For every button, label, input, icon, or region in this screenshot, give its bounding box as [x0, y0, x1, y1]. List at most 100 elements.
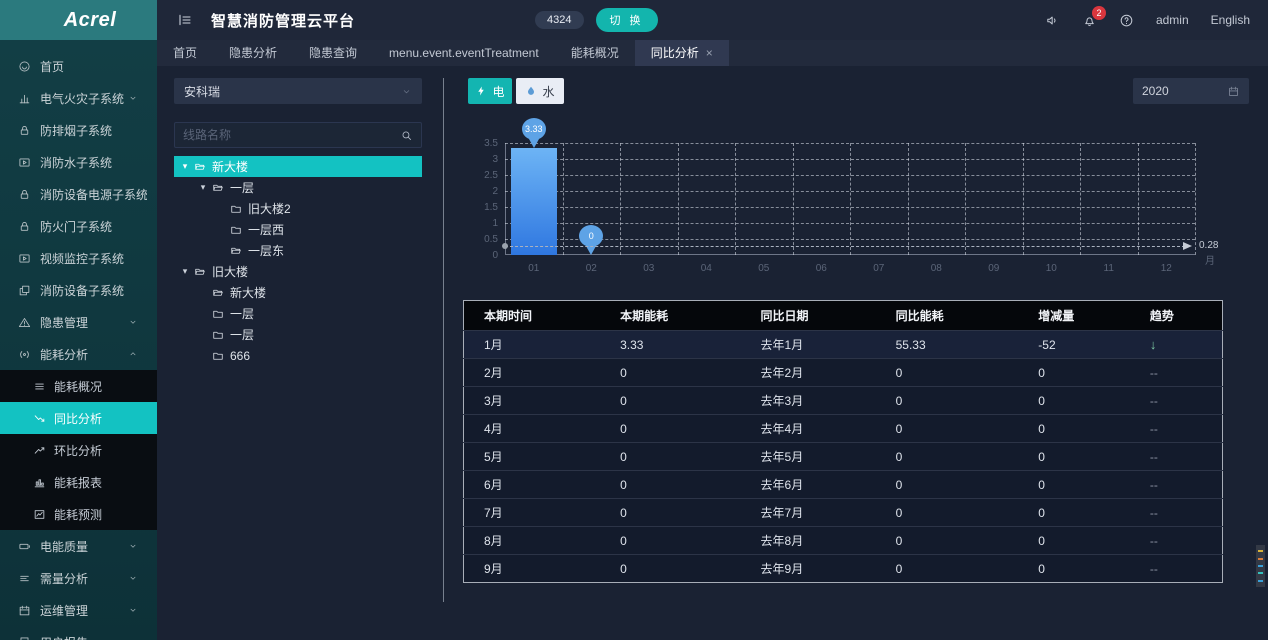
notifications[interactable]: 2: [1082, 13, 1097, 28]
sidebar-item[interactable]: 能耗分析: [0, 338, 157, 370]
tab[interactable]: 能耗概况: [555, 40, 635, 66]
tree-node[interactable]: 一层西: [174, 219, 422, 240]
speaker-icon[interactable]: [1045, 13, 1060, 28]
table-row[interactable]: 3月0去年3月00--: [464, 387, 1223, 415]
electric-button-label: 电: [492, 83, 504, 100]
table-cell: 6月: [464, 471, 601, 499]
table-row[interactable]: 1月3.33去年1月55.33-52↓: [464, 331, 1223, 359]
droplet-icon: [525, 85, 537, 97]
table-cell: 0: [876, 555, 1019, 583]
tree-node-label: 一层东: [248, 242, 284, 259]
video-icon: [18, 252, 31, 265]
sidebar-item[interactable]: 需量分析: [0, 562, 157, 594]
table-cell: 0: [876, 387, 1019, 415]
tree-node[interactable]: 一层: [174, 303, 422, 324]
tree-node[interactable]: 新大楼: [174, 282, 422, 303]
main-content: 安科瑞 ▾新大楼▾一层旧大楼2一层西一层东▾旧大楼新大楼一层一层666 电 水 …: [157, 66, 1268, 640]
table-cell: 3.33: [600, 331, 740, 359]
sidebar-item[interactable]: 消防设备子系统: [0, 274, 157, 306]
table-cell: 4月: [464, 415, 601, 443]
tree-node-label: 旧大楼: [212, 263, 248, 280]
tab[interactable]: 同比分析×: [635, 40, 729, 66]
table-cell: 0: [1018, 359, 1130, 387]
trend-cell: --: [1130, 555, 1223, 583]
bolt-icon: [475, 85, 487, 97]
tree-node[interactable]: 一层东: [174, 240, 422, 261]
username[interactable]: admin: [1156, 13, 1189, 27]
tree-node[interactable]: ▾ 旧大楼: [174, 261, 422, 282]
gridline: [793, 143, 794, 255]
caret-icon[interactable]: ▾: [178, 161, 192, 172]
tree-node[interactable]: 旧大楼2: [174, 198, 422, 219]
chevron-down-icon: [128, 605, 138, 615]
tab[interactable]: menu.event.eventTreatment: [373, 40, 555, 66]
table-row[interactable]: 4月0去年4月00--: [464, 415, 1223, 443]
scroll-marks: [1256, 545, 1265, 587]
folder-icon: [230, 224, 242, 236]
table-row[interactable]: 8月0去年8月00--: [464, 527, 1223, 555]
sidebar-item[interactable]: 用户报告: [0, 626, 157, 640]
search-icon[interactable]: [400, 129, 413, 142]
tree-node[interactable]: ▾一层: [174, 177, 422, 198]
close-icon[interactable]: ×: [706, 47, 713, 59]
sidebar-item-label: 隐患管理: [40, 314, 128, 331]
sidebar-item[interactable]: 消防设备电源子系统: [0, 178, 157, 210]
table-cell: 0: [876, 527, 1019, 555]
table-row[interactable]: 2月0去年2月00--: [464, 359, 1223, 387]
lock-icon: [18, 220, 31, 233]
line-search: [174, 122, 422, 148]
table-cell: 0: [600, 555, 740, 583]
tree-node[interactable]: 一层: [174, 324, 422, 345]
tab[interactable]: 隐患查询: [293, 40, 373, 66]
tree-node[interactable]: ▾新大楼: [174, 156, 422, 177]
calendar-grid-icon: [18, 604, 31, 617]
tree-node[interactable]: 666: [174, 345, 422, 366]
year-picker-value: 2020: [1142, 84, 1169, 98]
sidebar-subitem[interactable]: 能耗概况: [0, 370, 157, 402]
table-row[interactable]: 9月0去年9月00--: [464, 555, 1223, 583]
y-axis-tick-label: 1.5: [460, 202, 498, 213]
company-select[interactable]: 安科瑞: [174, 78, 422, 104]
table-row[interactable]: 7月0去年7月00--: [464, 499, 1223, 527]
table-cell: 9月: [464, 555, 601, 583]
question-icon[interactable]: [1119, 13, 1134, 28]
sidebar-item[interactable]: 首页: [0, 50, 157, 82]
table-cell: 去年5月: [741, 443, 876, 471]
sidebar-item[interactable]: 消防水子系统: [0, 146, 157, 178]
switch-button[interactable]: 切 换: [596, 8, 658, 32]
year-picker[interactable]: 2020: [1133, 78, 1249, 104]
sidebar-subitem[interactable]: 同比分析: [0, 402, 157, 434]
sidebar-item[interactable]: 防火门子系统: [0, 210, 157, 242]
caret-icon[interactable]: ▾: [196, 182, 210, 193]
tab[interactable]: 首页: [157, 40, 213, 66]
language-switcher[interactable]: English: [1211, 13, 1250, 27]
water-button-label: 水: [542, 83, 554, 100]
tab-label: 能耗概况: [571, 40, 619, 66]
sidebar-item[interactable]: 防排烟子系统: [0, 114, 157, 146]
sidebar-item[interactable]: 隐患管理: [0, 306, 157, 338]
line-search-input[interactable]: [183, 128, 400, 142]
y-axis-tick-label: 0.5: [460, 234, 498, 245]
sidebar-subitem[interactable]: 能耗报表: [0, 466, 157, 498]
caret-icon[interactable]: ▾: [178, 266, 192, 277]
sidebar-item[interactable]: 电气火灾子系统: [0, 82, 157, 114]
sidebar-item[interactable]: 视频监控子系统: [0, 242, 157, 274]
menu-fold-icon[interactable]: [177, 12, 193, 28]
trend-none: --: [1150, 450, 1158, 464]
sidebar-item[interactable]: 电能质量: [0, 530, 157, 562]
table-row[interactable]: 5月0去年5月00--: [464, 443, 1223, 471]
tab[interactable]: 隐患分析: [213, 40, 293, 66]
sidebar-item[interactable]: 运维管理: [0, 594, 157, 626]
sidebar-subitem[interactable]: 能耗预测: [0, 498, 157, 530]
table-row[interactable]: 6月0去年6月00--: [464, 471, 1223, 499]
sidebar-item-label: 用户报告: [40, 634, 147, 640]
sidebar-subitem[interactable]: 环比分析: [0, 434, 157, 466]
brand-logo: Acrel: [0, 0, 157, 40]
y-axis-tick-label: 3.5: [460, 138, 498, 149]
table-cell: 0: [876, 415, 1019, 443]
water-button[interactable]: 水: [516, 78, 564, 104]
column-header: 本期能耗: [600, 301, 740, 331]
electric-button[interactable]: 电: [468, 78, 512, 104]
gridline: [1138, 143, 1139, 255]
x-axis-tick-label: 12: [1151, 263, 1181, 274]
